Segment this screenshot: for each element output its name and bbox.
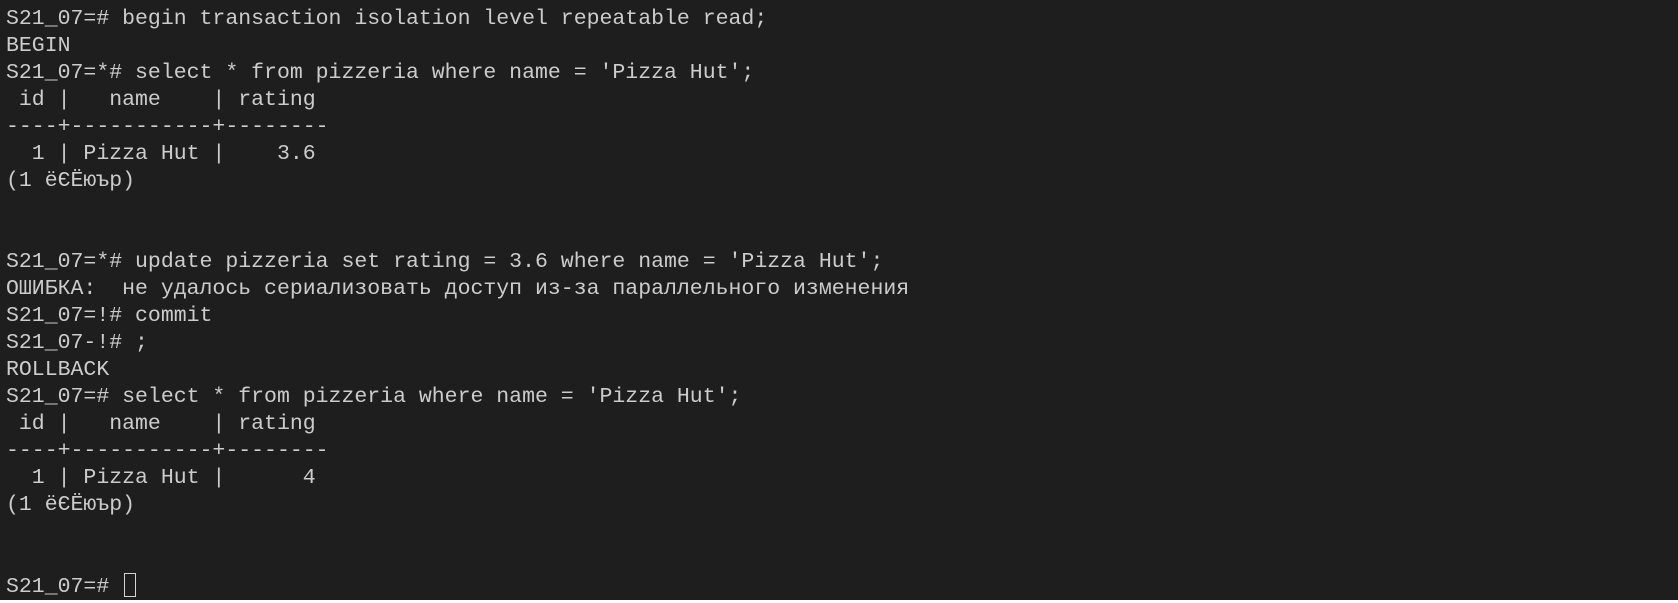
- terminal-line: ----+-----------+--------: [6, 439, 329, 463]
- terminal-window[interactable]: S21_07=# begin transaction isolation lev…: [0, 0, 1678, 600]
- terminal-line: S21_07=!# commit: [6, 304, 213, 328]
- terminal-line: S21_07=*# update pizzeria set rating = 3…: [6, 250, 884, 274]
- terminal-line: ОШИБКА: не удалось сериализовать доступ …: [6, 277, 910, 301]
- terminal-line: id | name | rating: [6, 88, 316, 112]
- terminal-line: S21_07=# select * from pizzeria where na…: [6, 385, 742, 409]
- terminal-line: S21_07-!# ;: [6, 331, 148, 355]
- terminal-line: 1 | Pizza Hut | 3.6: [6, 142, 316, 166]
- terminal-line: id | name | rating: [6, 412, 316, 436]
- terminal-output: S21_07=# begin transaction isolation lev…: [6, 6, 1678, 600]
- terminal-line: ROLLBACK: [6, 358, 110, 382]
- terminal-line: (1 ёЄЁюър): [6, 169, 136, 193]
- terminal-line: (1 ёЄЁюър): [6, 493, 136, 517]
- terminal-prompt: S21_07=#: [6, 575, 123, 599]
- text-cursor[interactable]: [124, 573, 137, 597]
- terminal-line: S21_07=*# select * from pizzeria where n…: [6, 61, 755, 85]
- terminal-line: S21_07=# begin transaction isolation lev…: [6, 7, 768, 31]
- terminal-input-line[interactable]: S21_07=#: [6, 573, 1678, 600]
- terminal-line: BEGIN: [6, 34, 71, 58]
- terminal-line: ----+-----------+--------: [6, 115, 329, 139]
- terminal-line: 1 | Pizza Hut | 4: [6, 466, 316, 490]
